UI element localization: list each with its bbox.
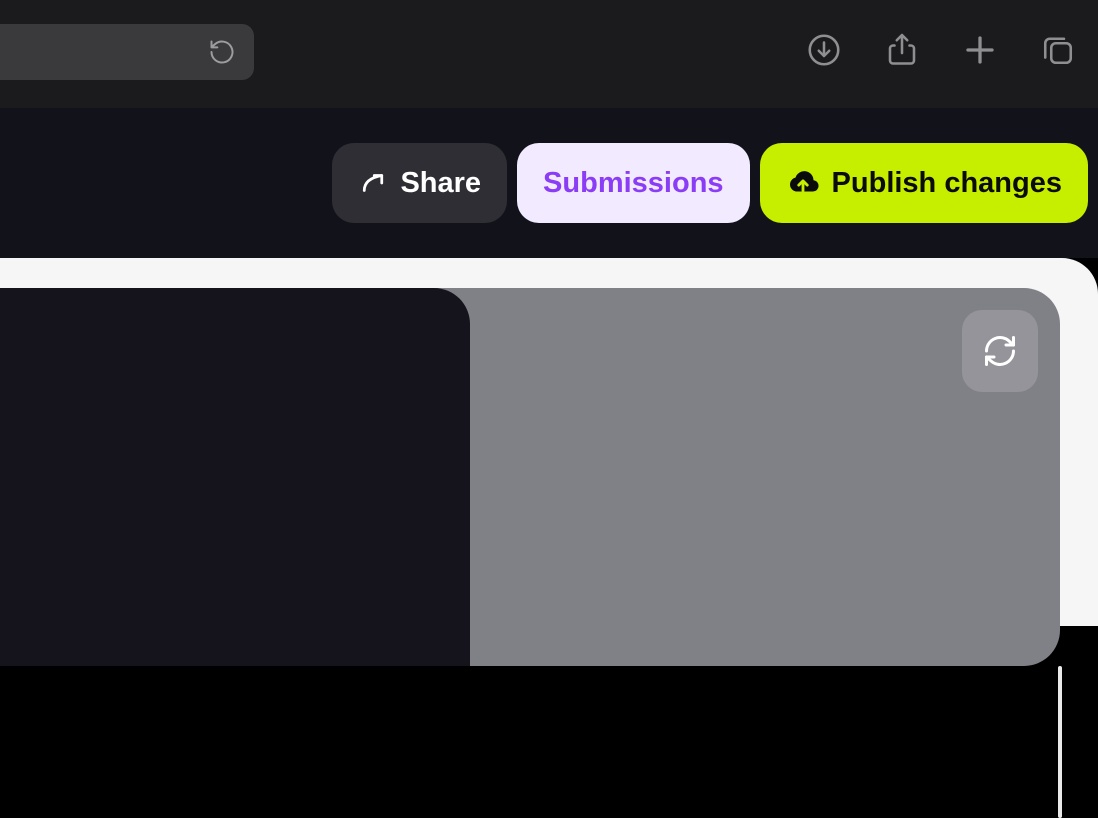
scrollbar-indicator[interactable]	[1058, 666, 1062, 818]
preview-card	[0, 288, 1060, 666]
new-tab-icon[interactable]	[962, 32, 998, 68]
preview-panel-left	[0, 288, 470, 666]
refresh-icon[interactable]	[208, 38, 236, 66]
content-area	[0, 258, 1098, 626]
address-bar[interactable]	[0, 24, 254, 80]
share-arrow-icon	[358, 168, 388, 198]
share-icon[interactable]	[884, 32, 920, 68]
share-button-label: Share	[400, 169, 481, 198]
app-toolbar: Share Submissions Publish changes	[0, 108, 1098, 258]
tabs-icon[interactable]	[1040, 32, 1076, 68]
downloads-icon[interactable]	[806, 32, 842, 68]
submissions-button-label: Submissions	[543, 169, 724, 198]
sync-button[interactable]	[962, 310, 1038, 392]
publish-button-label: Publish changes	[832, 169, 1062, 198]
browser-toolbar-actions	[806, 32, 1076, 68]
cloud-upload-icon	[786, 166, 820, 200]
publish-button[interactable]: Publish changes	[760, 143, 1088, 223]
share-button[interactable]: Share	[332, 143, 507, 223]
submissions-button[interactable]: Submissions	[517, 143, 750, 223]
browser-chrome	[0, 0, 1098, 108]
sync-icon	[982, 333, 1018, 369]
